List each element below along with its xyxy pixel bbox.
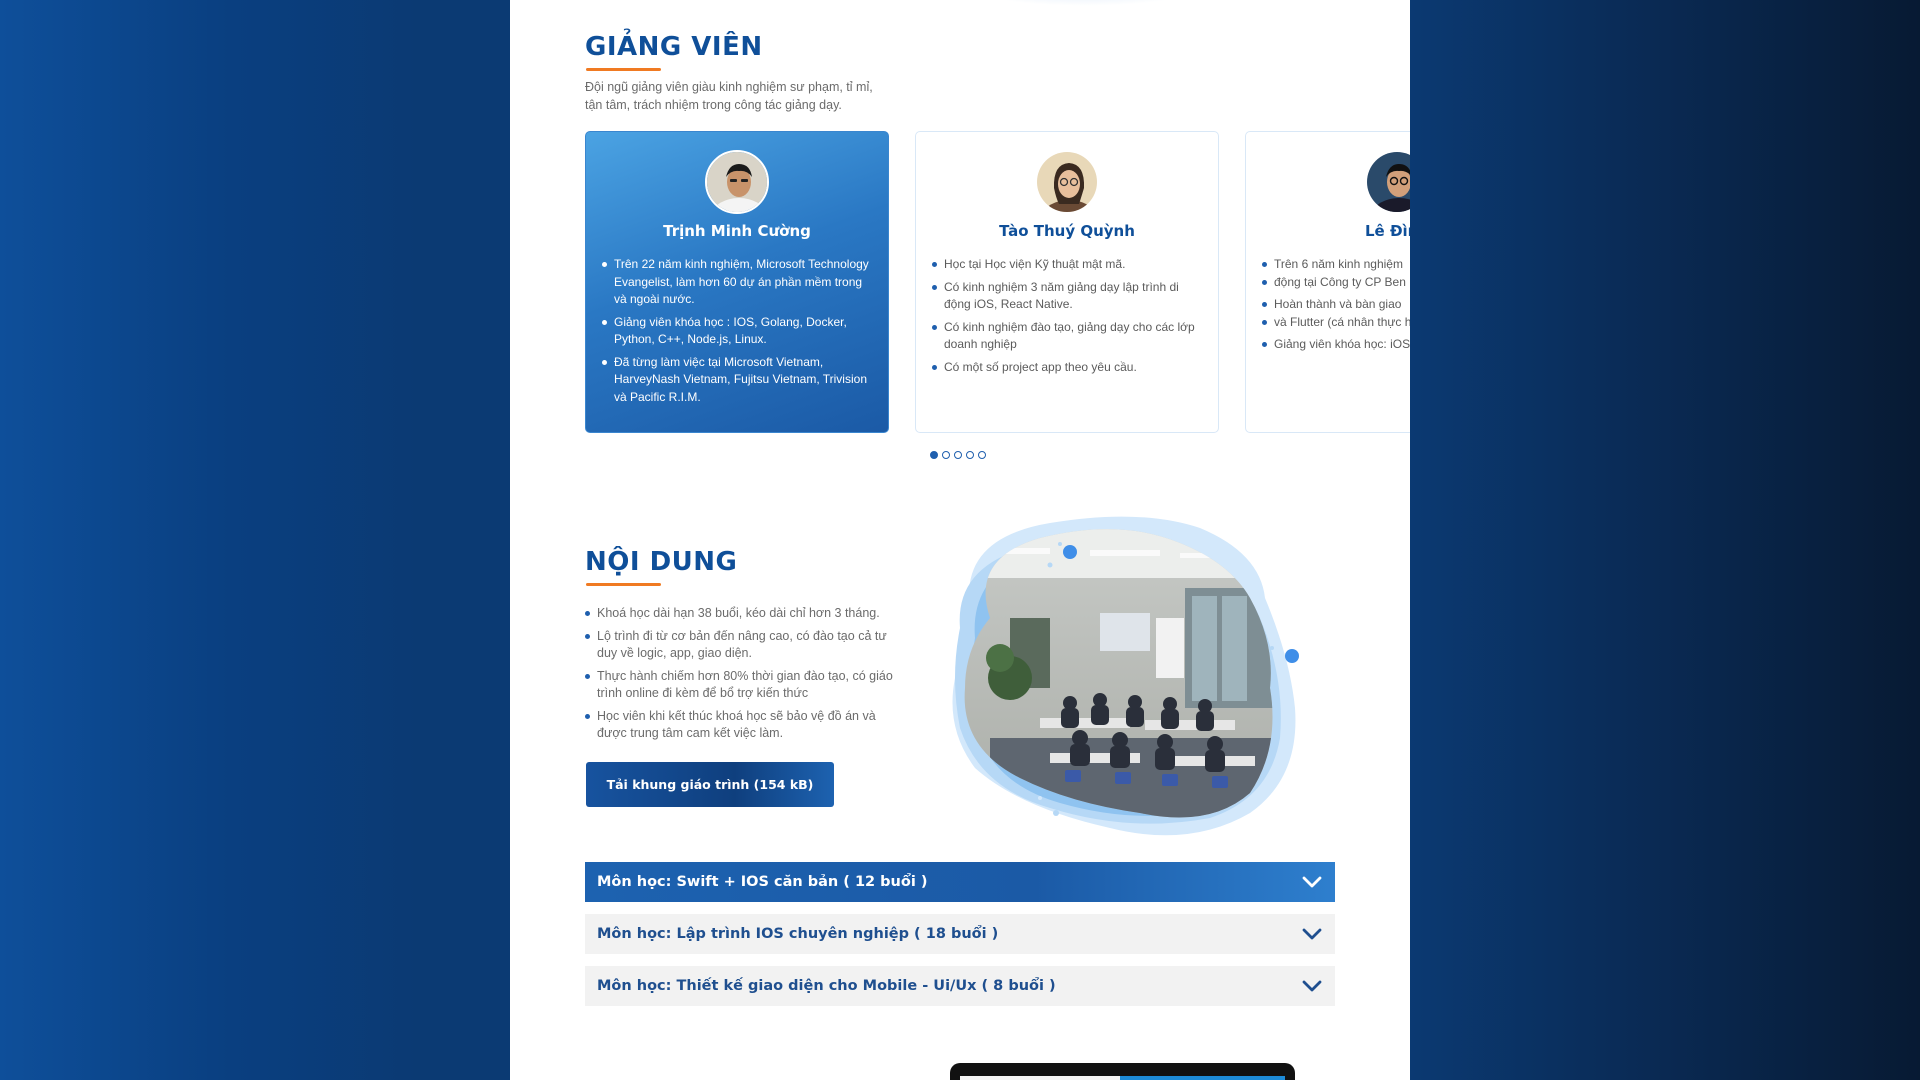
chevron-down-icon (1302, 980, 1322, 992)
carousel-dot[interactable] (978, 451, 986, 459)
instructor-avatar (1035, 150, 1099, 214)
classroom-photo (930, 508, 1350, 838)
module-accordion-ios-professional[interactable]: Môn học: Lập trình IOS chuyên nghiệp ( 1… (585, 914, 1335, 954)
instructor-point: Học tại Học viện Kỹ thuật mật mã. (930, 256, 1204, 274)
instructor-points: Trên 22 năm kinh nghiệm, Microsoft Techn… (600, 256, 874, 411)
content-point: Khoá học dài hạn 38 buổi, kéo dài chỉ hơ… (585, 605, 905, 623)
instructor-name: Trịnh Minh Cường (663, 222, 811, 240)
device-screen-right (1120, 1076, 1285, 1080)
instructor-point: và Flutter (cá nhân thực h (1260, 314, 1410, 332)
carousel-dot[interactable] (954, 451, 962, 459)
module-label: Môn học: Thiết kế giao diện cho Mobile -… (597, 978, 1056, 994)
instructor-card[interactable]: Trịnh Minh Cường Trên 22 năm kinh nghiệm… (585, 131, 889, 433)
instructor-point: Trên 22 năm kinh nghiệm, Microsoft Techn… (600, 256, 874, 309)
instructor-point: Giảng viên khóa học : IOS, Golang, Docke… (600, 314, 874, 349)
instructor-point: Đã từng làm việc tại Microsoft Vietnam, … (600, 354, 874, 407)
module-label: Môn học: Lập trình IOS chuyên nghiệp ( 1… (597, 926, 999, 942)
content-title-underline (586, 583, 661, 586)
content-point: Lộ trình đi từ cơ bản đến nâng cao, có đ… (585, 628, 905, 663)
page-container: GIẢNG VIÊN Đội ngũ giảng viên giàu kinh … (510, 0, 1410, 1080)
chevron-down-icon (1302, 928, 1322, 940)
instructors-title-underline (586, 68, 661, 71)
content-point: Học viên khi kết thúc khoá học sẽ bảo vệ… (585, 708, 905, 743)
instructor-point: Giảng viên khóa học: iOS (1260, 336, 1410, 354)
content-points: Khoá học dài hạn 38 buổi, kéo dài chỉ hơ… (585, 605, 905, 748)
instructor-card[interactable]: Tào Thuý Quỳnh Học tại Học viện Kỹ thuật… (915, 131, 1219, 433)
instructor-name: Tào Thuý Quỳnh (999, 222, 1135, 240)
carousel-dot[interactable] (942, 451, 950, 459)
device-mockup (950, 1063, 1295, 1080)
instructor-points: Học tại Học viện Kỹ thuật mật mã. Có kin… (930, 256, 1204, 381)
chevron-down-icon (1302, 876, 1322, 888)
instructor-point: Có một số project app theo yêu cầu. (930, 359, 1204, 377)
content-title: NỘI DUNG (585, 547, 738, 577)
instructor-point: động tại Công ty CP Ben (1260, 274, 1410, 292)
content-point: Thực hành chiếm hơn 80% thời gian đào tạ… (585, 668, 905, 703)
module-label: Môn học: Swift + IOS căn bản ( 12 buổi ) (597, 874, 928, 890)
decorative-glow (970, 0, 1200, 6)
instructor-point: Hoàn thành và bàn giao (1260, 296, 1410, 314)
module-accordion-mobile-ui-ux[interactable]: Môn học: Thiết kế giao diện cho Mobile -… (585, 966, 1335, 1006)
carousel-pagination (930, 451, 986, 459)
instructor-card[interactable]: Lê Đình Trên 6 năm kinh nghiệm động tại … (1245, 131, 1410, 433)
carousel-dot[interactable] (930, 451, 938, 459)
carousel-dot[interactable] (966, 451, 974, 459)
instructor-avatar (705, 150, 769, 214)
module-accordion-swift-ios-basics[interactable]: Môn học: Swift + IOS căn bản ( 12 buổi ) (585, 862, 1335, 902)
instructor-avatar (1365, 150, 1410, 214)
download-syllabus-button[interactable]: Tải khung giáo trình (154 kB) (586, 762, 834, 807)
instructor-point: Trên 6 năm kinh nghiệm (1260, 256, 1410, 274)
instructors-title: GIẢNG VIÊN (585, 32, 763, 62)
instructors-description: Đội ngũ giảng viên giàu kinh nghiệm sư p… (585, 80, 873, 112)
device-screen-left (960, 1076, 1120, 1080)
instructor-points: Trên 6 năm kinh nghiệm động tại Công ty … (1260, 256, 1410, 359)
instructor-point: Có kinh nghiệm 3 năm giảng dạy lập trình… (930, 279, 1204, 314)
instructor-point: Có kinh nghiệm đào tạo, giảng dạy cho cá… (930, 319, 1204, 354)
instructor-carousel[interactable]: Trịnh Minh Cường Trên 22 năm kinh nghiệm… (585, 131, 1410, 434)
instructor-name: Lê Đình (1364, 222, 1410, 240)
